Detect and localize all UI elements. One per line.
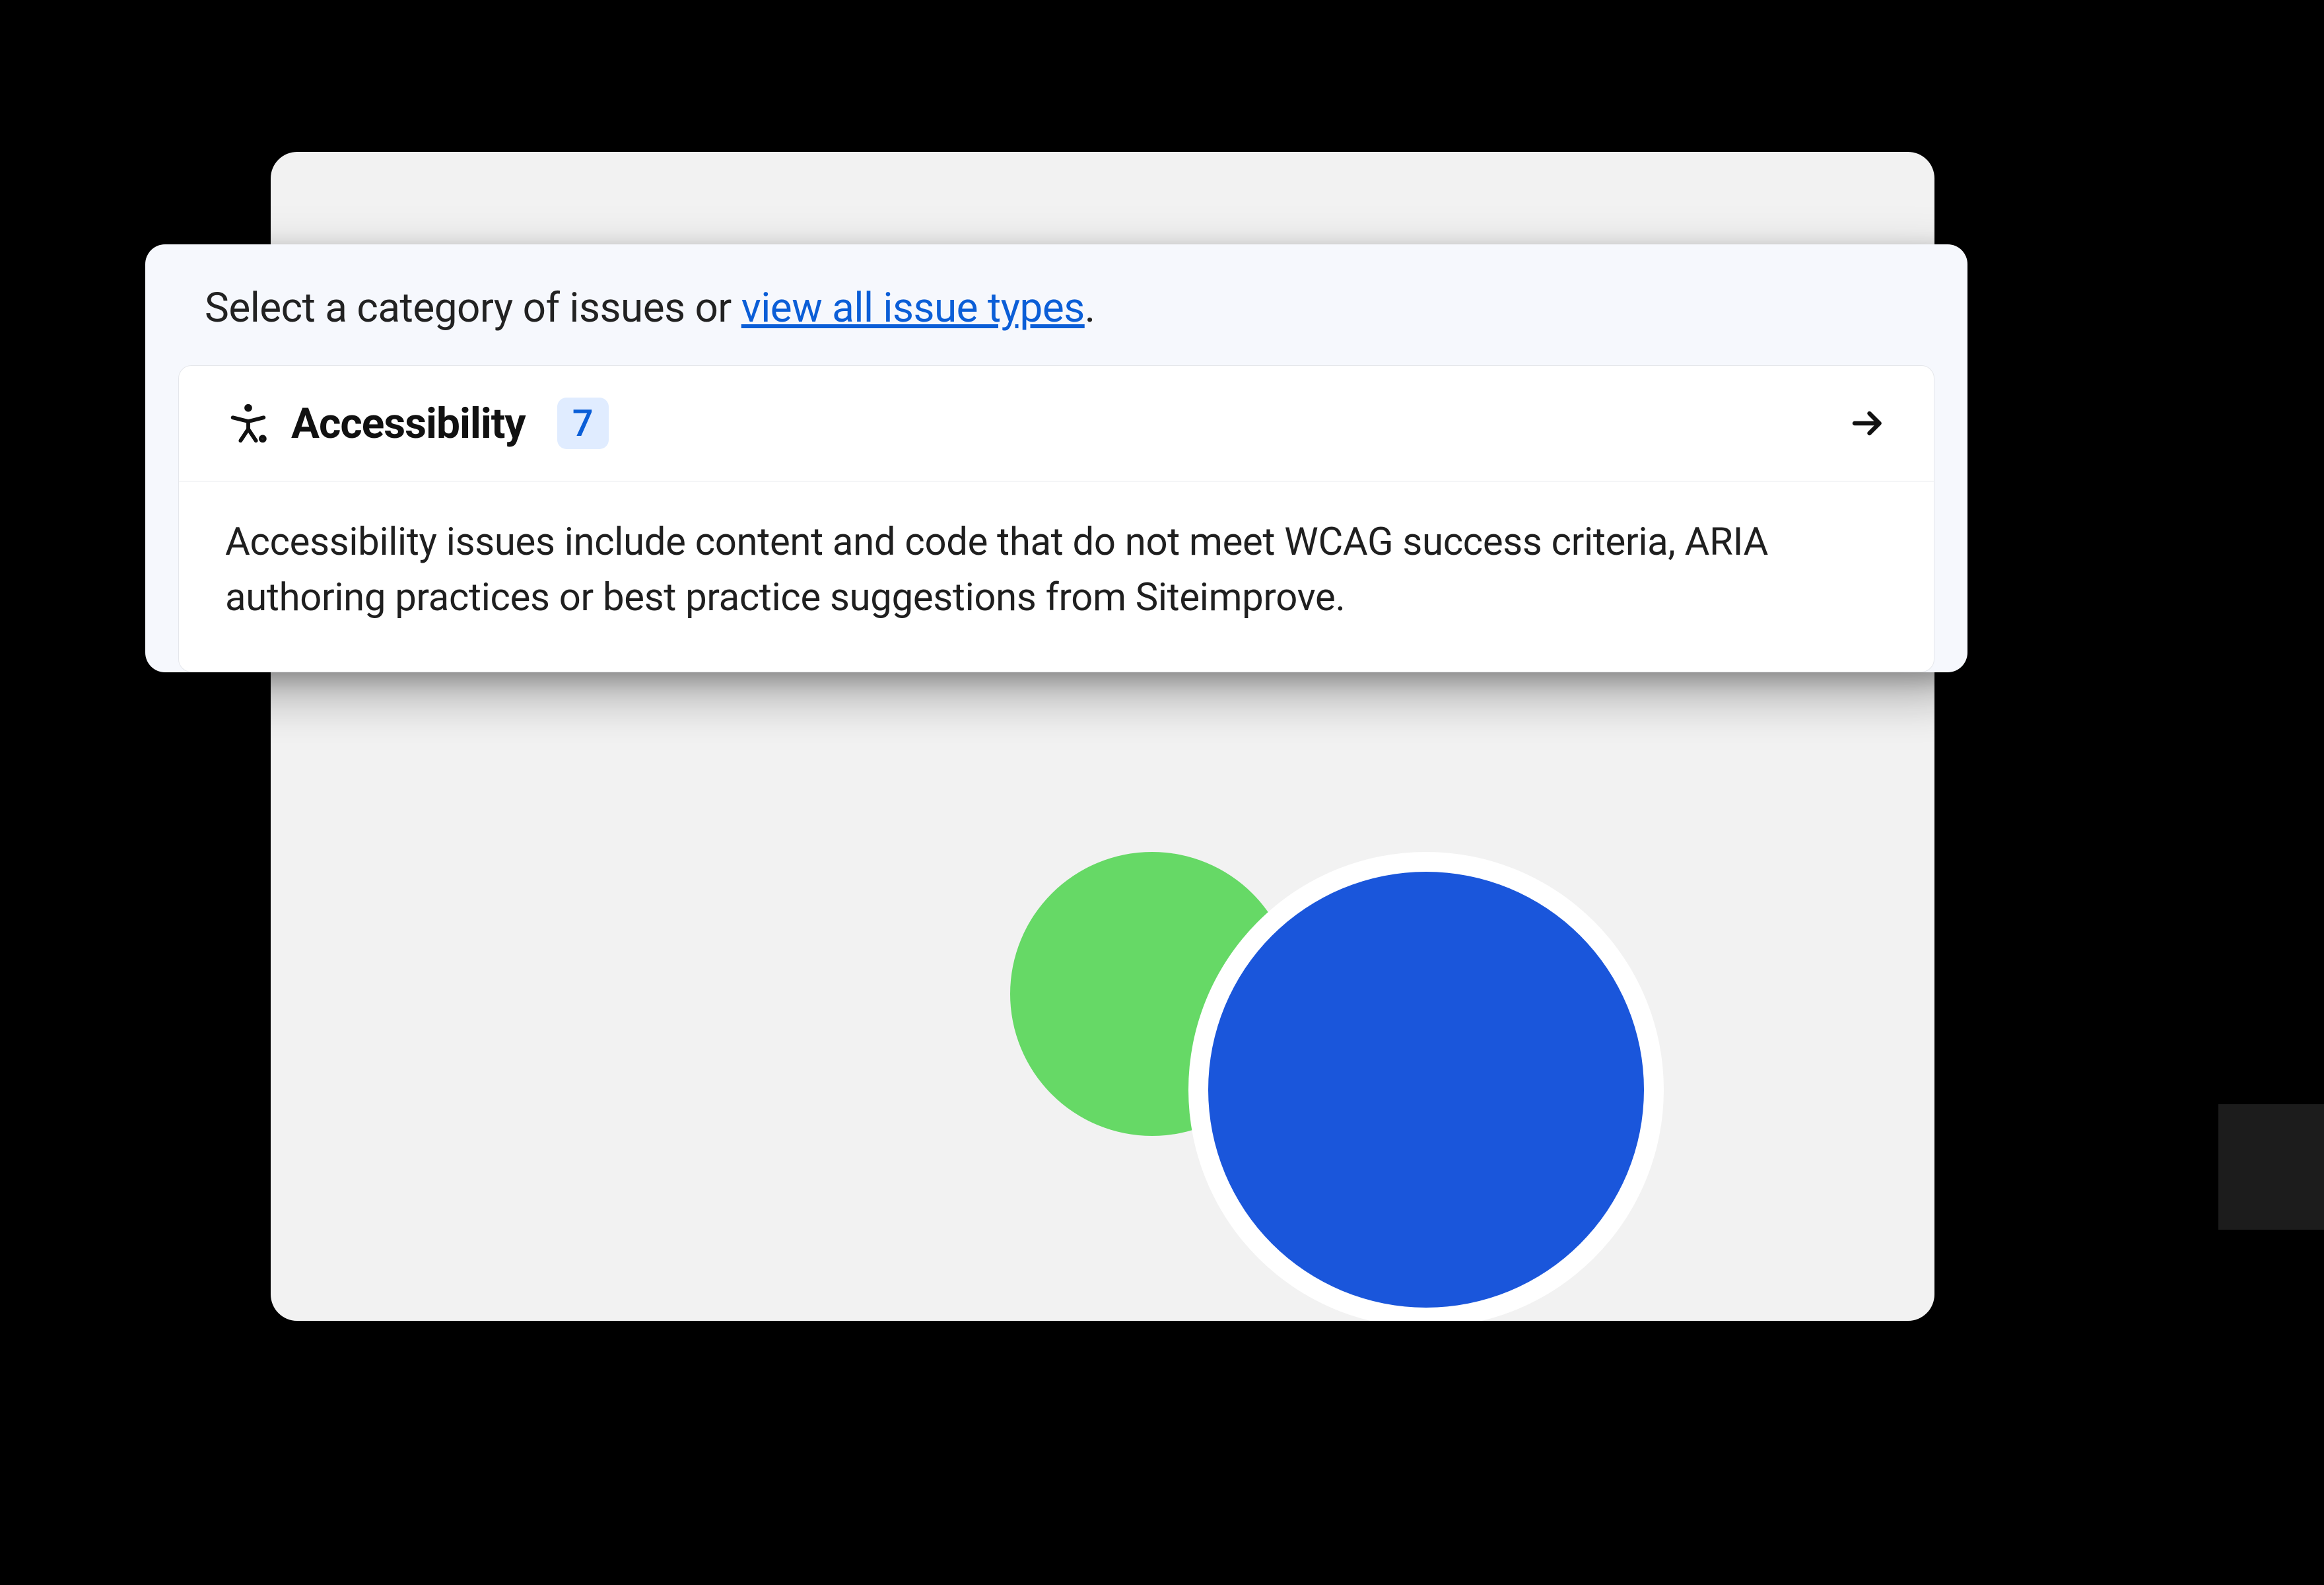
decorative-stripe: [2218, 1104, 2324, 1230]
category-description: Accessibility issues include content and…: [225, 514, 1888, 625]
category-card-accessibility: Accessibility 7 Accessibility issues inc…: [178, 365, 1934, 672]
category-header[interactable]: Accessibility 7: [179, 366, 1934, 481]
issues-panel: Select a category of issues or view all …: [145, 244, 1967, 672]
stage: Select a category of issues or view all …: [0, 0, 2324, 1585]
decorative-circle-blue-ring: [1188, 852, 1664, 1321]
category-header-left: Accessibility 7: [225, 398, 609, 449]
category-body: Accessibility issues include content and…: [179, 481, 1934, 672]
instruction-suffix: .: [1085, 284, 1095, 332]
arrow-right-icon: [1848, 404, 1888, 443]
category-title: Accessibility: [291, 399, 526, 448]
accessibility-icon: [225, 400, 271, 446]
count-badge: 7: [557, 398, 609, 449]
decorative-circle-blue: [1208, 872, 1644, 1308]
view-all-issue-types-link[interactable]: view all issue types: [741, 284, 1085, 332]
panel-instruction: Select a category of issues or view all …: [178, 277, 1934, 365]
instruction-prefix: Select a category of issues or: [205, 284, 741, 332]
